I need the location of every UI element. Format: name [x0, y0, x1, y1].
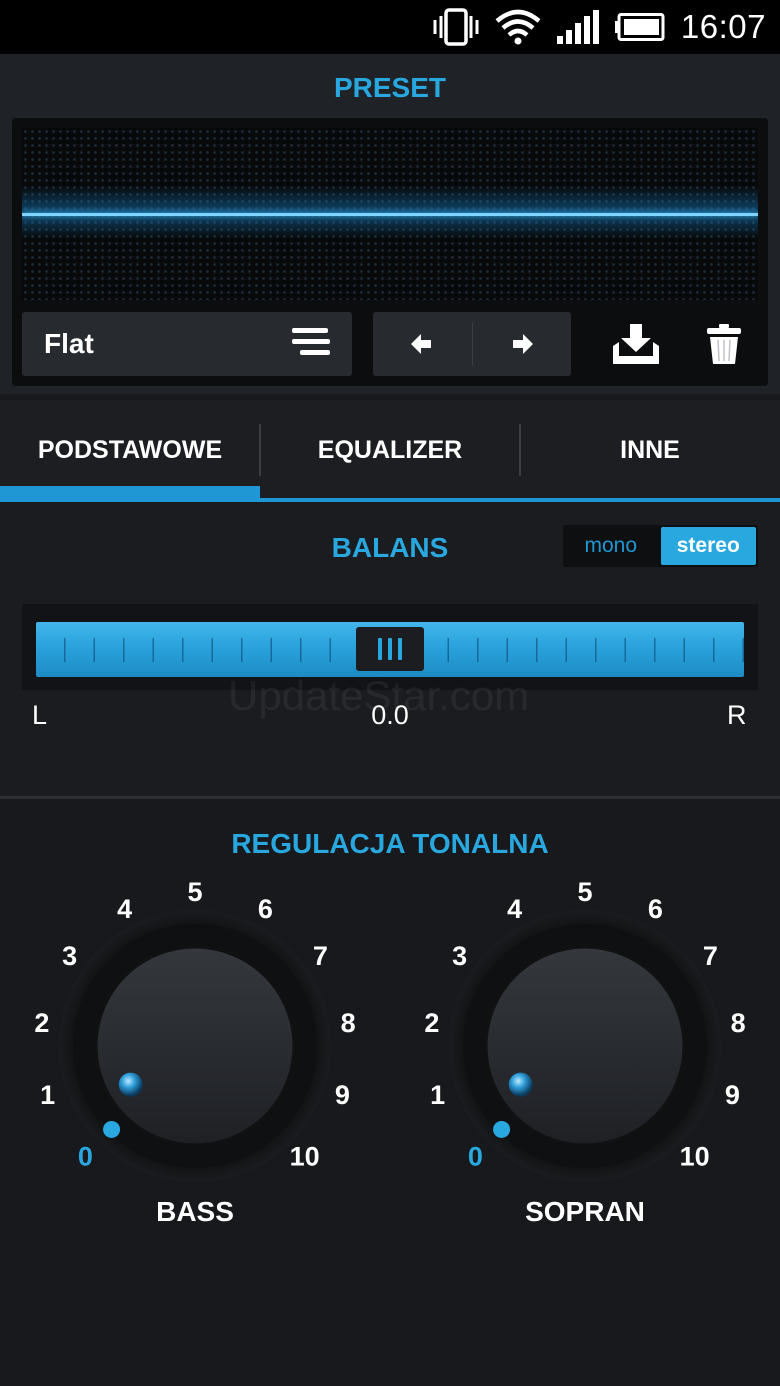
tone-title: REGULACJA TONALNA — [231, 828, 549, 859]
knob-scale-label: 3 — [62, 941, 77, 971]
knob-scale-label: 7 — [313, 941, 328, 971]
tab-inne[interactable]: INNE — [520, 400, 780, 500]
knob-indicator-led — [118, 1072, 143, 1097]
list-menu-icon — [292, 327, 332, 361]
knob-value-dot — [493, 1120, 511, 1138]
tab-separator — [519, 424, 521, 476]
signal-icon — [556, 10, 599, 44]
tab-active-indicator — [0, 486, 260, 500]
mono-option[interactable]: mono — [563, 525, 659, 567]
eq-glow — [22, 216, 758, 238]
arrow-right-icon — [512, 334, 533, 354]
bass-knob[interactable]: 0 1 2 3 4 5 6 7 8 9 10 — [15, 860, 375, 1190]
grip-line — [388, 638, 392, 660]
knob-scale-label: 8 — [731, 1008, 746, 1038]
knob-indicator-led — [508, 1072, 533, 1097]
balance-right-label: R — [727, 700, 747, 730]
knob-scale-label: 4 — [117, 894, 132, 924]
bass-label: BASS — [156, 1196, 234, 1227]
knob-scale-label: 5 — [577, 877, 592, 907]
knob-scale-label: 8 — [341, 1008, 356, 1038]
next-preset-button[interactable] — [473, 312, 572, 376]
tab-bar: PODSTAWOWE EQUALIZER INNE — [0, 400, 780, 500]
wifi-icon — [495, 9, 541, 45]
knob-scale-label: 9 — [725, 1080, 740, 1110]
tab-podstawowe[interactable]: PODSTAWOWE — [0, 400, 260, 500]
knob-scale-label: 4 — [507, 894, 522, 924]
knob-cap — [484, 945, 686, 1147]
stereo-option[interactable]: stereo — [660, 527, 756, 565]
knob-cap — [94, 945, 296, 1147]
preset-nav — [373, 312, 571, 376]
knob-scale-label: 2 — [424, 1008, 439, 1038]
knob-scale-label: 9 — [335, 1080, 350, 1110]
eq-curve-display — [22, 128, 758, 300]
knob-scale-label: 2 — [34, 1008, 49, 1038]
balance-slider-thumb[interactable] — [356, 627, 424, 671]
sopran-label: SOPRAN — [525, 1196, 645, 1227]
preset-title: PRESET — [333, 72, 447, 103]
clock: 16:07 — [680, 8, 766, 45]
grip-line — [378, 638, 382, 660]
grip-line — [398, 638, 402, 660]
knob-scale-label: 10 — [290, 1142, 320, 1172]
knob-scale-label: 3 — [452, 941, 467, 971]
vibrate-icon — [433, 8, 479, 46]
knob-scale-label: 6 — [648, 894, 663, 924]
knob-value-dot — [103, 1120, 121, 1138]
eq-curve-line — [22, 213, 758, 216]
knob-scale-label: 1 — [430, 1080, 445, 1110]
balance-value: 0.0 — [371, 700, 409, 730]
preset-name: Flat — [44, 328, 94, 359]
knob-scale-label: 6 — [258, 894, 273, 924]
knob-scale-label: 10 — [680, 1142, 710, 1172]
knob-scale-label: 1 — [40, 1080, 55, 1110]
delete-preset-button[interactable] — [694, 318, 754, 370]
knob-scale-label: 7 — [703, 941, 718, 971]
mono-stereo-toggle: mono stereo — [563, 525, 758, 567]
tab-separator — [259, 424, 261, 476]
eq-glow — [22, 186, 758, 214]
knob-scale-label: 5 — [187, 877, 202, 907]
sopran-knob[interactable]: 0 1 2 3 4 5 6 7 8 9 10 — [405, 860, 765, 1190]
download-icon — [613, 324, 659, 364]
arrow-left-icon — [411, 334, 432, 354]
battery-icon — [614, 13, 665, 41]
save-preset-button[interactable] — [606, 318, 666, 370]
trash-icon — [707, 324, 741, 364]
previous-preset-button[interactable] — [373, 312, 472, 376]
status-bar: 16:07 — [0, 0, 780, 54]
knob-scale-label: 0 — [78, 1142, 93, 1172]
knob-scale-label: 0 — [468, 1142, 483, 1172]
preset-select[interactable]: Flat — [22, 312, 352, 376]
tab-equalizer[interactable]: EQUALIZER — [260, 400, 520, 500]
